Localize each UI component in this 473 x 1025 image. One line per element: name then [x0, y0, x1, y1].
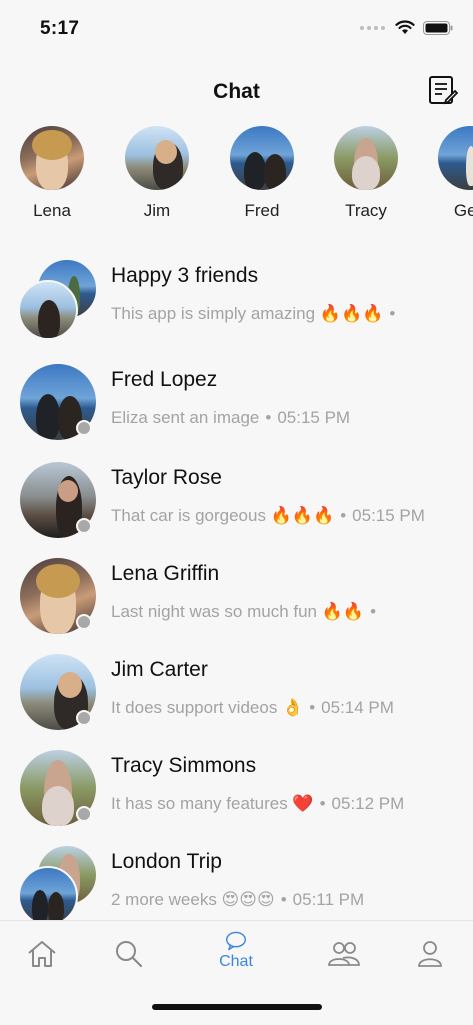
avatar	[18, 280, 78, 340]
separator-dot: •	[340, 506, 347, 525]
compose-icon	[429, 76, 459, 105]
group-avatar	[18, 258, 98, 340]
separator-dot: •	[280, 890, 287, 909]
story-item[interactable]: Jim	[117, 126, 197, 221]
avatar	[20, 126, 84, 190]
chat-preview: This app is simply amazing 🔥🔥🔥 •	[111, 304, 401, 324]
chat-time: 05:12 PM	[331, 794, 405, 813]
presence-indicator	[76, 518, 92, 534]
chat-preview: Last night was so much fun 🔥🔥 •	[111, 602, 382, 622]
chat-row[interactable]: Taylor Rose That car is gorgeous 🔥🔥🔥 • 05:…	[0, 452, 473, 544]
chat-message: It has so many features ❤️	[111, 794, 314, 813]
chat-bubble-icon	[226, 931, 246, 951]
page-title: Chat	[213, 80, 260, 103]
story-name: Jim	[143, 201, 171, 220]
story-item[interactable]: Geo	[430, 126, 473, 221]
chat-message: This app is simply amazing 🔥🔥🔥	[111, 304, 384, 323]
chat-row[interactable]: Tracy Simmons It has so many features ❤️…	[0, 740, 473, 832]
status-bar: 5:17	[0, 0, 473, 58]
chat-preview: Eliza sent an image • 05:15 PM	[111, 408, 350, 428]
presence-indicator	[76, 710, 92, 726]
search-icon	[116, 941, 143, 968]
tab-friends[interactable]	[324, 939, 364, 979]
chat-title: Tracy Simmons	[111, 754, 257, 777]
chat-time: 05:15 PM	[352, 506, 425, 525]
chat-time: 05:14 PM	[321, 698, 394, 717]
story-name: Fred	[244, 201, 280, 220]
separator-dot: •	[389, 304, 396, 323]
chat-message: It does support videos 👌	[111, 698, 304, 717]
tab-search[interactable]	[109, 939, 149, 979]
story-item[interactable]: Tracy	[326, 126, 406, 221]
chat-message: That car is gorgeous 🔥🔥🔥	[111, 506, 335, 525]
separator-dot: •	[309, 698, 316, 717]
presence-indicator	[76, 420, 92, 436]
chat-title: London Trip	[111, 850, 222, 873]
chat-message: Last night was so much fun 🔥🔥	[111, 602, 365, 621]
chat-row[interactable]: Happy 3 friends This app is simply amazi…	[0, 250, 473, 342]
stories-row: Lena Jim Fred Tracy Geo	[0, 126, 473, 226]
chat-message: 2 more weeks 😍😍😍	[111, 890, 275, 909]
story-name: Lena	[33, 201, 71, 220]
status-icons	[360, 20, 453, 35]
avatar	[230, 126, 294, 190]
separator-dot: •	[265, 408, 272, 427]
chat-row[interactable]: Jim Carter It does support videos 👌 • 05:1…	[0, 644, 473, 736]
avatar	[438, 126, 473, 190]
avatar	[125, 126, 189, 190]
header: Chat	[0, 72, 473, 112]
story-item[interactable]: Lena	[12, 126, 92, 221]
chat-title: Jim Carter	[111, 658, 208, 681]
tab-chat-label: Chat	[219, 953, 253, 970]
chat-preview: 2 more weeks 😍😍😍 • 05:11 PM	[111, 890, 364, 910]
chat-preview: That car is gorgeous 🔥🔥🔥 • 05:15 PM	[111, 506, 425, 526]
chat-row[interactable]: Fred Lopez Eliza sent an image • 05:15 PM	[0, 354, 473, 446]
story-name: Tracy	[345, 201, 387, 220]
chat-title: Fred Lopez	[111, 368, 218, 391]
chat-preview: It has so many features ❤️ • 05:12 PM	[111, 794, 404, 814]
tab-home[interactable]	[22, 939, 62, 979]
chat-preview: It does support videos 👌 • 05:14 PM	[111, 698, 394, 718]
tab-chat[interactable]: Chat	[208, 931, 264, 971]
chat-time: 05:11 PM	[292, 890, 365, 909]
chat-row[interactable]: Lena Griffin Last night was so much fun …	[0, 548, 473, 640]
friends-icon	[328, 942, 360, 966]
profile-icon	[418, 941, 442, 967]
home-icon	[28, 941, 56, 967]
presence-indicator	[76, 614, 92, 630]
presence-indicator	[76, 806, 92, 822]
group-avatar	[18, 844, 98, 926]
separator-dot: •	[319, 794, 326, 813]
story-item[interactable]: Fred	[222, 126, 302, 221]
home-indicator	[152, 1004, 322, 1010]
chat-message: Eliza sent an image	[111, 408, 260, 427]
status-time: 5:17	[40, 18, 80, 39]
battery-icon	[423, 20, 453, 35]
chat-title: Lena Griffin	[111, 562, 220, 585]
chat-title: Happy 3 friends	[111, 264, 259, 287]
avatar	[18, 866, 78, 926]
story-name: Geo	[453, 201, 473, 220]
cellular-signal-icon	[360, 25, 385, 30]
separator-dot: •	[370, 602, 377, 621]
tab-profile[interactable]	[410, 939, 450, 979]
chat-time: 05:15 PM	[277, 408, 351, 427]
avatar	[334, 126, 398, 190]
chat-row[interactable]: London Trip 2 more weeks 😍😍😍 • 05:11 PM	[0, 836, 473, 928]
compose-button[interactable]	[428, 74, 459, 108]
chat-title: Taylor Rose	[111, 466, 222, 489]
wifi-icon	[395, 20, 415, 34]
